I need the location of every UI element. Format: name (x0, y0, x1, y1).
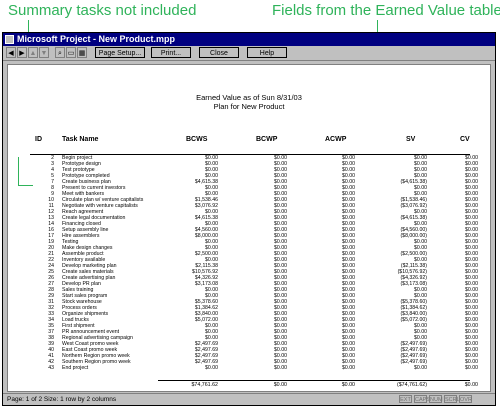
total-bcwp: $0.00 (273, 382, 287, 388)
status-bar: Page: 1 of 2 Size: 1 row by 2 columns EX… (3, 393, 495, 405)
cell-bcws: $0.00 (205, 365, 218, 371)
one-page-icon[interactable]: ▭ (66, 47, 76, 58)
totals-divider (158, 380, 470, 381)
status-indicator-num: NUM (429, 395, 443, 403)
header-sv: SV (406, 136, 416, 143)
print-button[interactable]: Print... (151, 47, 191, 58)
app-icon (5, 35, 14, 44)
close-button[interactable]: Close (199, 47, 239, 58)
cell-task-name: End project (62, 365, 89, 371)
cell-cv: $0.00 (465, 365, 478, 371)
status-indicator-scrl: SCRL (444, 395, 460, 403)
multiple-pages-icon[interactable]: ▦ (77, 47, 87, 58)
page-down-icon[interactable]: ▼ (39, 47, 49, 58)
header-id: ID (35, 136, 42, 143)
header-bcws: BCWS (186, 136, 208, 143)
zoom-icon[interactable]: ⌕ (55, 47, 65, 58)
status-indicator-caps: CAPS (414, 395, 430, 403)
next-page-icon[interactable]: ▶ (17, 47, 27, 58)
report-title: Earned Value as of Sun 8/31/03 (196, 93, 302, 102)
total-bcws: $74,761.62 (191, 382, 218, 388)
report-page: Earned Value as of Sun 8/31/03 Plan for … (7, 64, 491, 392)
table-row: 43 End project $0.00 $0.00 $0.00 $0.00 $0.00 (8, 365, 490, 372)
status-text: Page: 1 of 2 Size: 1 row by 2 columns (7, 396, 117, 403)
report-subtitle: Plan for New Product (213, 102, 285, 111)
cell-bcwp: $0.00 (274, 365, 287, 371)
header-divider (30, 154, 470, 155)
preview-toolbar: ◀ ▶ ▲ ▼ ⌕ ▭ ▦ Page Setup... Print... Clo… (3, 46, 495, 61)
total-acwp: $0.00 (341, 382, 355, 388)
callout-summary-tasks: Summary tasks not included (8, 2, 197, 19)
header-acwp: ACWP (325, 136, 347, 143)
status-indicator-ovr: OVR (459, 395, 472, 403)
header-cv: CV (460, 136, 470, 143)
callout-earned-value-fields: Fields from the Earned Value table (272, 2, 500, 19)
total-cv: $0.00 (464, 382, 478, 388)
callout-bracket (18, 157, 33, 186)
cell-acwp: $0.00 (342, 365, 355, 371)
header-bcwp: BCWP (256, 136, 278, 143)
status-indicator-ext: EXT (399, 395, 412, 403)
prev-page-icon[interactable]: ◀ (6, 47, 16, 58)
help-button[interactable]: Help (247, 47, 287, 58)
cell-id: 43 (48, 365, 54, 371)
window-title: Microsoft Project - New Product.mpp (17, 34, 176, 44)
header-task-name: Task Name (62, 136, 99, 143)
page-up-icon[interactable]: ▲ (28, 47, 38, 58)
totals-row: $74,761.62 $0.00 $0.00 ($74,761.62) $0.0… (8, 382, 490, 389)
title-bar: Microsoft Project - New Product.mpp (3, 33, 495, 46)
print-preview-window: Microsoft Project - New Product.mpp ◀ ▶ … (2, 32, 496, 406)
page-setup-button[interactable]: Page Setup... (95, 47, 145, 58)
